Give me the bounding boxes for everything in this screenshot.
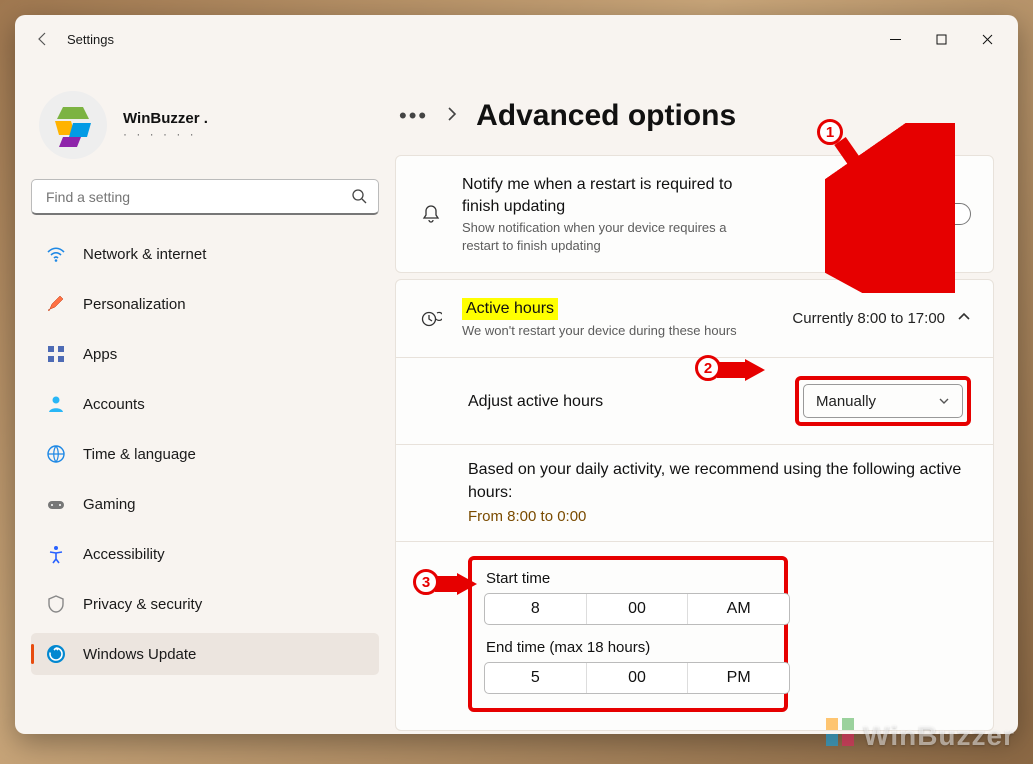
profile-sub: · · · · · · [123, 127, 208, 141]
search-container [31, 179, 379, 215]
sidebar-item-gaming[interactable]: Gaming [31, 483, 379, 525]
sidebar-item-label: Gaming [83, 496, 136, 513]
chevron-up-icon [957, 310, 971, 328]
watermark-icon [823, 715, 857, 756]
globe-icon [45, 443, 67, 465]
sidebar-item-label: Personalization [83, 296, 186, 313]
end-time-picker[interactable]: 5 00 PM [484, 662, 790, 694]
start-ampm[interactable]: AM [687, 594, 789, 624]
sidebar-item-accessibility[interactable]: Accessibility [31, 533, 379, 575]
brush-icon [45, 293, 67, 315]
annotation-arrow-1 [825, 123, 955, 293]
update-icon [45, 643, 67, 665]
minimize-icon [890, 34, 901, 45]
nav: Network & internet Personalization Apps … [31, 233, 379, 718]
window-title: Settings [63, 32, 114, 47]
sidebar-item-time-language[interactable]: Time & language [31, 433, 379, 475]
avatar [39, 91, 107, 159]
sidebar-item-windows-update[interactable]: Windows Update [31, 633, 379, 675]
sidebar-item-label: Time & language [83, 446, 196, 463]
apps-icon [45, 343, 67, 365]
breadcrumb-more-icon[interactable]: ••• [399, 111, 428, 121]
sidebar-item-network[interactable]: Network & internet [31, 233, 379, 275]
annotation-box-2: Manually [795, 376, 971, 426]
adjust-mode-dropdown[interactable]: Manually [803, 384, 963, 418]
sidebar-item-label: Windows Update [83, 646, 196, 663]
active-hours-currently: Currently 8:00 to 17:00 [792, 310, 945, 327]
watermark-text: WinBuzzer [863, 720, 1015, 752]
back-button[interactable] [23, 31, 63, 47]
profile-block[interactable]: WinBuzzer . · · · · · · [31, 63, 379, 179]
dropdown-value: Manually [816, 393, 876, 410]
start-hour[interactable]: 8 [485, 594, 586, 624]
clock-refresh-icon [418, 308, 444, 330]
start-time-label: Start time [486, 570, 790, 587]
sidebar-item-label: Apps [83, 346, 117, 363]
end-minute[interactable]: 00 [586, 663, 688, 693]
settings-window: Settings Wi [15, 15, 1018, 734]
maximize-icon [936, 34, 947, 45]
annotation-arrow-2 [717, 359, 765, 381]
sidebar: WinBuzzer . · · · · · · Network & intern… [15, 63, 395, 734]
annotation-box-3: Start time 8 00 AM End time (max 18 hour… [468, 556, 788, 712]
profile-name: WinBuzzer . [123, 110, 208, 127]
avatar-icon [43, 95, 103, 155]
sidebar-item-label: Privacy & security [83, 596, 202, 613]
end-ampm[interactable]: PM [687, 663, 789, 693]
active-hours-title: Active hours [462, 298, 558, 320]
chevron-down-icon [938, 395, 950, 407]
sidebar-item-label: Accessibility [83, 546, 165, 563]
close-button[interactable] [964, 23, 1010, 55]
arrow-left-icon [35, 31, 51, 47]
search-icon [351, 188, 367, 209]
main-content: ••• Advanced options Notify me when a re… [395, 63, 1018, 734]
shield-icon [45, 593, 67, 615]
sidebar-item-personalization[interactable]: Personalization [31, 283, 379, 325]
active-hours-sub: We won't restart your device during thes… [462, 322, 742, 340]
start-time-picker[interactable]: 8 00 AM [484, 593, 790, 625]
watermark: WinBuzzer [823, 715, 1015, 756]
start-minute[interactable]: 00 [586, 594, 688, 624]
maximize-button[interactable] [918, 23, 964, 55]
adjust-label: Adjust active hours [468, 391, 777, 413]
sidebar-item-label: Network & internet [83, 246, 206, 263]
chevron-right-icon [446, 107, 458, 126]
wifi-icon [45, 243, 67, 265]
profile-text: WinBuzzer . · · · · · · [123, 110, 208, 141]
end-hour[interactable]: 5 [485, 663, 586, 693]
close-icon [982, 34, 993, 45]
sidebar-item-accounts[interactable]: Accounts [31, 383, 379, 425]
sidebar-item-apps[interactable]: Apps [31, 333, 379, 375]
recommend-text: Based on your daily activity, we recomme… [468, 459, 971, 504]
page-title: Advanced options [476, 99, 736, 133]
end-time-label: End time (max 18 hours) [486, 639, 790, 656]
recommend-range: From 8:00 to 0:00 [468, 508, 971, 525]
annotation-1: 1 [817, 119, 843, 145]
annotation-2: 2 [695, 355, 721, 381]
time-pickers-section: Start time 8 00 AM End time (max 18 hour… [396, 542, 993, 730]
sidebar-item-label: Accounts [83, 396, 145, 413]
sidebar-item-privacy[interactable]: Privacy & security [31, 583, 379, 625]
recommendation-row: Based on your daily activity, we recomme… [396, 445, 993, 541]
titlebar: Settings [15, 15, 1018, 63]
person-icon [45, 393, 67, 415]
active-hours-card: Active hours We won't restart your devic… [395, 279, 994, 731]
notify-title: Notify me when a restart is required to … [462, 174, 742, 217]
annotation-3: 3 [413, 569, 439, 595]
minimize-button[interactable] [872, 23, 918, 55]
gamepad-icon [45, 493, 67, 515]
accessibility-icon [45, 543, 67, 565]
annotation-arrow-3 [435, 573, 477, 595]
notify-sub: Show notification when your device requi… [462, 219, 752, 254]
search-input[interactable] [31, 179, 379, 215]
bell-icon [418, 203, 444, 225]
